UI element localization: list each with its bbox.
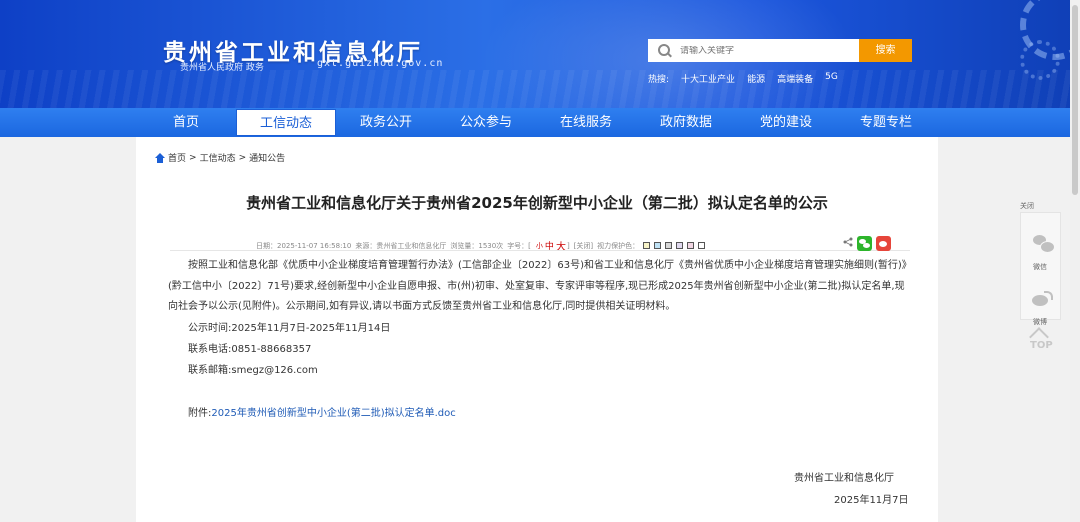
site-subtitle: 贵州省人民政府 政务 [180,63,264,73]
scrollbar-thumb[interactable] [1072,5,1078,195]
weibo-label: 微博 [1033,318,1047,326]
breadcrumb-level2[interactable]: 通知公告 [249,151,285,164]
hot-search: 热搜: 十大工业产业 能源 高端装备 5G [648,72,838,85]
nav-item-news[interactable]: 工信动态 [236,109,336,136]
float-share-panel: 关闭 微信 微博 TOP [1019,198,1061,358]
article-title: 贵州省工业和信息化厅关于贵州省2025年创新型中小企业（第二批）拟认定名单的公示 [246,194,828,212]
vision-swatch[interactable] [654,242,662,249]
breadcrumb-sep: > [238,152,247,163]
search-box[interactable] [648,39,859,62]
nav-item-public[interactable]: 公众参与 [436,108,536,137]
article-body: 按照工业和信息化部《优质中小企业梯度培育管理暂行办法》(工信部企业〔2022〕6… [168,256,909,318]
hot-item[interactable]: 高端装备 [777,72,813,85]
back-to-top-button[interactable]: TOP [1030,340,1053,351]
search-icon [658,43,672,58]
contact-email: 联系邮箱:smegz@126.com [188,365,318,376]
attachment-label: 附件: [188,408,212,419]
nav-item-data[interactable]: 政府数据 [636,108,736,137]
wechat-label: 微信 [1033,263,1047,271]
site-domain: gxt.guizhou.gov.cn [317,58,444,69]
attachment: 附件:2025年贵州省创新型中小企业(第二批)拟认定名单.doc [188,404,456,419]
nav-item-special[interactable]: 专题专栏 [836,108,936,137]
wechat-share-icon[interactable] [857,236,872,251]
attachment-link[interactable]: 2025年贵州省创新型中小企业(第二批)拟认定名单.doc [211,408,455,419]
search-button[interactable]: 搜索 [859,39,912,62]
meta-divider [170,250,910,251]
site-header: 贵州省工业和信息化厅 贵州省人民政府 政务 gxt.guizhou.gov.cn… [0,0,1080,108]
nav-item-home[interactable]: 首页 [136,108,236,137]
hot-item[interactable]: 能源 [747,72,765,85]
vision-swatch[interactable] [687,242,695,249]
gear-icon-small [1020,40,1060,80]
wechat-icon[interactable] [1033,235,1055,253]
hot-item[interactable]: 5G [825,72,838,85]
breadcrumb-home[interactable]: 首页 [168,151,186,164]
header-pattern [0,70,1080,108]
breadcrumb-level1[interactable]: 工信动态 [200,151,236,164]
vision-swatch[interactable] [665,242,673,249]
signature-date: 2025年11月7日 [834,495,909,506]
notice-period: 公示时间:2025年11月7日-2025年11月14日 [188,323,391,334]
weibo-share-icon[interactable] [876,236,891,251]
vision-label: 视力保护色： [597,241,640,250]
signature-org: 贵州省工业和信息化厅 [794,473,894,484]
article-date: 日期：2025-11-07 16:58:10 [256,241,352,250]
home-icon [155,152,165,163]
font-size-label: 字号：[ [507,241,531,250]
article-views: 浏览量：1530次 [450,241,504,250]
font-size-end: ] [566,241,570,250]
hot-label: 热搜: [648,75,670,85]
contact-phone: 联系电话:0851-88668357 [188,344,312,355]
search-input[interactable] [680,45,850,56]
nav-item-gov-open[interactable]: 政务公开 [336,108,436,137]
breadcrumb-sep: > [189,152,197,163]
vision-swatch[interactable] [698,242,706,249]
float-close-button[interactable]: 关闭 [1020,201,1034,211]
vision-swatch[interactable] [676,242,684,249]
close-link[interactable]: [关闭] [574,241,593,251]
article-source: 来源：贵州省工业和信息化厅 [355,241,447,250]
article-paragraph: 按照工业和信息化部《优质中小企业梯度培育管理暂行办法》(工信部企业〔2022〕6… [168,260,907,312]
nav-item-party[interactable]: 党的建设 [736,108,836,137]
breadcrumb: 首页 > 工信动态 > 通知公告 [155,151,285,164]
scrollbar[interactable] [1070,0,1080,522]
hot-item[interactable]: 十大工业产业 [681,72,735,85]
float-card: 微信 微博 [1020,212,1061,326]
vision-swatch[interactable] [643,242,651,249]
weibo-icon[interactable] [1032,291,1053,307]
nav-item-services[interactable]: 在线服务 [536,108,636,137]
share-icon[interactable] [843,237,853,247]
font-small-button[interactable]: 小 [536,241,543,251]
main-nav: 首页 工信动态 政务公开 公众参与 在线服务 政府数据 党的建设 专题专栏 [0,108,1080,137]
